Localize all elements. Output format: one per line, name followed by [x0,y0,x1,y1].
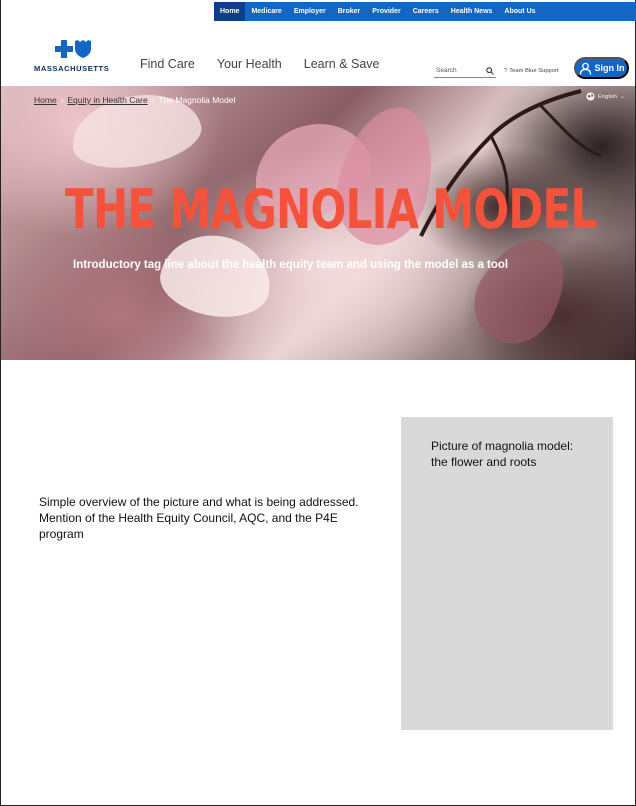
image-caption: Picture of magnolia model: the flower an… [431,439,574,469]
search-placeholder: Search [436,67,457,74]
language-selector[interactable]: English ⌄ [586,92,625,101]
breadcrumb-current: The Magnolia Model [158,95,236,105]
sign-in-label: Sign In [594,63,625,73]
chevron-right-icon: › [60,95,64,105]
page-title: THE MAGNOLIA MODEL [65,178,597,241]
utility-nav-careers[interactable]: Careers [407,2,445,21]
language-label: English [598,93,618,100]
hero-tagline: Introductory tag line about the health e… [73,259,509,271]
user-icon [579,62,591,75]
search-input[interactable]: Search [434,64,496,78]
utility-nav-home[interactable]: Home [214,2,246,21]
breadcrumb-equity[interactable]: Equity in Health Care [67,95,147,105]
utility-nav-provider[interactable]: Provider [366,2,406,21]
breadcrumb: Home › Equity in Health Care › The Magno… [34,95,235,105]
utility-nav-employer[interactable]: Employer [288,2,332,21]
utility-nav-broker[interactable]: Broker [332,2,367,21]
nav-your-health[interactable]: Your Health [217,57,282,71]
hero-banner: Home › Equity in Health Care › The Magno… [1,86,635,360]
chevron-right-icon: › [151,95,155,105]
cross-shield-icon [55,40,91,58]
help-icon: ? [504,68,508,74]
magnolia-image-placeholder: Picture of magnolia model: the flower an… [401,417,613,730]
sign-in-button[interactable]: Sign In [574,57,629,79]
logo-wordmark: MASSACHUSETTS [34,64,110,73]
overview-text: Simple overview of the picture and what … [39,495,359,541]
main-nav: Find Care Your Health Learn & Save [140,57,380,71]
support-label: Team Blue Support [509,68,559,74]
utility-nav-health-news[interactable]: Health News [445,2,499,21]
utility-nav-medicare[interactable]: Medicare [245,2,287,21]
team-blue-support-link[interactable]: ? Team Blue Support [504,68,559,74]
utility-nav-about-us[interactable]: About Us [498,2,541,21]
search-icon[interactable] [486,66,494,75]
breadcrumb-home[interactable]: Home [34,95,57,105]
globe-icon [586,92,595,101]
brand-logo[interactable]: MASSACHUSETTS [34,40,114,74]
chevron-down-icon: ⌄ [620,93,625,100]
nav-learn-save[interactable]: Learn & Save [304,57,380,71]
utility-nav: Home Medicare Employer Broker Provider C… [214,2,636,21]
nav-find-care[interactable]: Find Care [140,57,195,71]
